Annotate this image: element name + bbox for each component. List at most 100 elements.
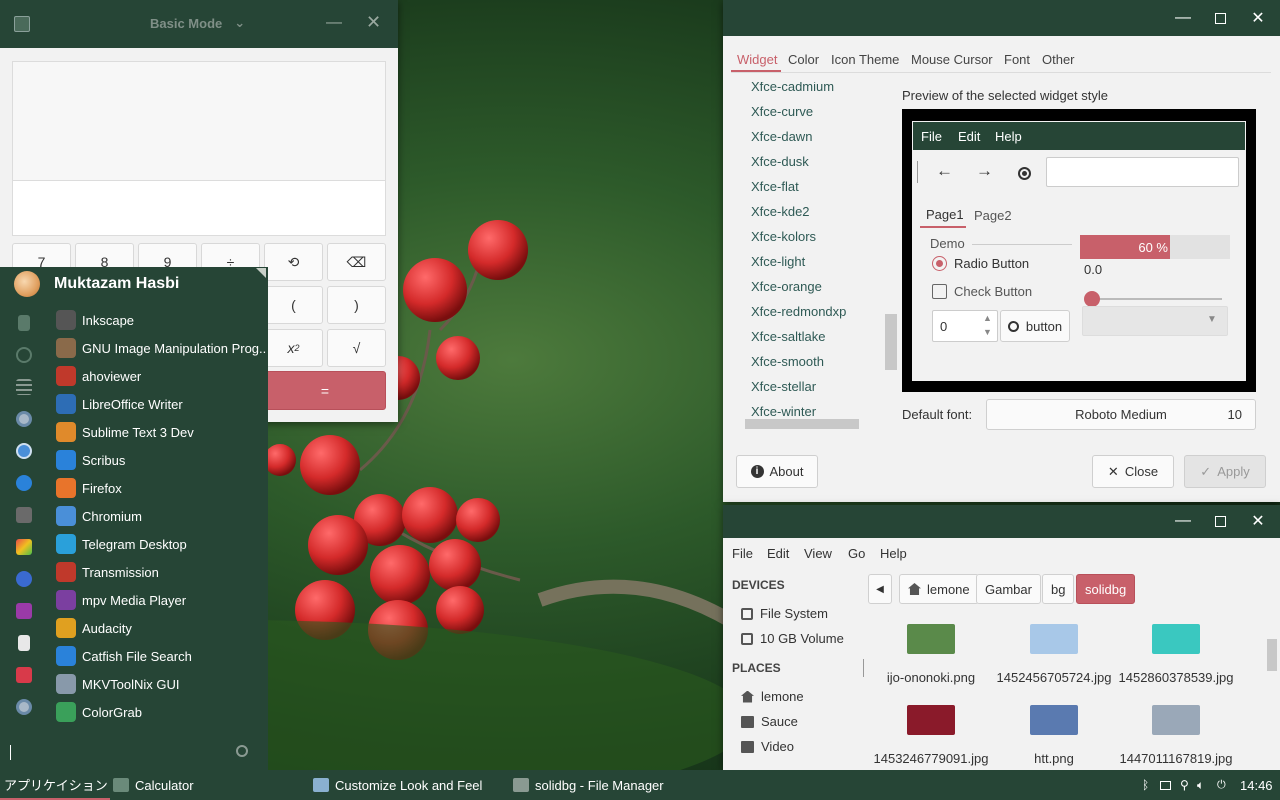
key-sqrt[interactable]: √: [327, 329, 386, 367]
radio-button[interactable]: Radio Button: [932, 256, 1029, 271]
theme-list-item[interactable]: Xfce-winter: [751, 404, 816, 419]
app-list-item[interactable]: LibreOffice Writer: [56, 391, 266, 417]
forward-arrow-icon[interactable]: →: [976, 161, 993, 181]
file-name[interactable]: 1452860378539.jpg: [1101, 670, 1251, 685]
file-thumbnail[interactable]: [907, 624, 955, 654]
accessories-category-icon[interactable]: [16, 667, 32, 683]
app-list-item[interactable]: Sublime Text 3 Dev: [56, 419, 266, 445]
apply-button[interactable]: ✓ Apply: [1184, 455, 1266, 488]
app-list-item[interactable]: MKVToolNix GUI: [56, 671, 266, 697]
theme-list-item[interactable]: Xfce-dawn: [751, 129, 812, 144]
theme-list-item[interactable]: Xfce-saltlake: [751, 329, 825, 344]
system-category-icon[interactable]: [16, 475, 32, 491]
breadcrumb-bg[interactable]: bg: [1042, 574, 1075, 604]
bookmark-icon[interactable]: [18, 315, 30, 331]
file-thumbnail[interactable]: [907, 705, 955, 735]
scale-slider[interactable]: [1084, 291, 1222, 307]
app-list-item[interactable]: Inkscape: [56, 307, 266, 333]
theme-list-hscrollbar[interactable]: [745, 419, 859, 429]
tab-icon-theme[interactable]: Icon Theme: [831, 52, 899, 67]
office-category-icon[interactable]: [18, 635, 30, 651]
scrollbar-thumb[interactable]: [885, 314, 897, 370]
app-list-item[interactable]: ahoviewer: [56, 363, 266, 389]
app-list-item[interactable]: mpv Media Player: [56, 587, 266, 613]
app-list-item[interactable]: GNU Image Manipulation Prog...: [56, 335, 266, 361]
maximize-icon[interactable]: [1210, 8, 1230, 28]
sidebar-item-file-system[interactable]: File System: [741, 606, 828, 621]
key-close-paren[interactable]: ): [327, 286, 386, 324]
key-equals[interactable]: =: [264, 371, 386, 410]
close-button[interactable]: ✕ Close: [1092, 455, 1174, 488]
power-icon[interactable]: ⏻: [1217, 770, 1226, 800]
theme-list-item[interactable]: Xfce-kolors: [751, 229, 816, 244]
taskbar-file-manager[interactable]: solidbg - File Manager: [513, 770, 664, 800]
app-list-item[interactable]: Transmission: [56, 559, 266, 585]
breadcrumb-solidbg[interactable]: solidbg: [1076, 574, 1136, 604]
fm-menu-file[interactable]: File: [732, 546, 753, 561]
preview-tab-page2[interactable]: Page2: [974, 208, 1012, 223]
undo-icon[interactable]: ⟲: [264, 243, 323, 281]
multimedia-category-icon[interactable]: [16, 603, 32, 619]
spin-down-icon[interactable]: ▼: [983, 327, 992, 337]
theme-list-item[interactable]: Xfce-orange: [751, 279, 822, 294]
app-list-item[interactable]: Catfish File Search: [56, 643, 266, 669]
taskbar-customize[interactable]: Customize Look and Feel: [313, 770, 482, 800]
display-icon[interactable]: [1160, 770, 1171, 800]
minimize-icon[interactable]: —: [1173, 8, 1193, 28]
theme-list-item[interactable]: Xfce-redmondxp: [751, 304, 846, 319]
preview-combo[interactable]: ▼: [1082, 306, 1228, 336]
preview-button[interactable]: button: [1000, 310, 1070, 342]
file-thumbnail[interactable]: [1152, 705, 1200, 735]
tab-color[interactable]: Color: [788, 52, 819, 67]
preferences-category-icon[interactable]: [16, 699, 32, 715]
app-list-item[interactable]: ColorGrab: [56, 699, 266, 725]
internet-category-icon[interactable]: [16, 443, 32, 459]
minimize-icon[interactable]: —: [1173, 511, 1193, 531]
theme-list-item[interactable]: Xfce-cadmium: [751, 82, 834, 94]
file-thumbnail[interactable]: [1030, 624, 1078, 654]
check-button[interactable]: Check Button: [932, 284, 1032, 299]
key-x-squared[interactable]: x2: [264, 329, 323, 367]
app-list-item[interactable]: Chromium: [56, 503, 266, 529]
tab-font[interactable]: Font: [1004, 52, 1030, 67]
avatar[interactable]: [14, 271, 40, 297]
app-list-item[interactable]: Firefox: [56, 475, 266, 501]
location-icon[interactable]: ⚲: [1180, 770, 1189, 800]
preview-tab-page1[interactable]: Page1: [926, 207, 964, 222]
theme-list-item[interactable]: Xfce-kde2: [751, 204, 810, 219]
file-name[interactable]: 1447011167819.jpg: [1101, 751, 1251, 766]
scale-knob[interactable]: [1084, 291, 1100, 307]
close-icon[interactable]: ✕: [366, 12, 381, 33]
theme-list-item[interactable]: Xfce-light: [751, 254, 805, 269]
tab-widget[interactable]: Widget: [737, 52, 777, 67]
theme-list-item[interactable]: Xfce-curve: [751, 104, 813, 119]
back-arrow-icon[interactable]: ←: [936, 161, 953, 181]
breadcrumb-gambar[interactable]: Gambar: [976, 574, 1041, 604]
theme-list-item[interactable]: Xfce-stellar: [751, 379, 816, 394]
app-list-item[interactable]: Scribus: [56, 447, 266, 473]
tab-other[interactable]: Other: [1042, 52, 1075, 67]
sidebar-item-video[interactable]: Video: [741, 739, 794, 754]
font-chooser-button[interactable]: Roboto Medium 10: [986, 399, 1256, 430]
taskbar-calculator[interactable]: Calculator: [113, 770, 194, 800]
preview-menu-help[interactable]: Help: [995, 129, 1022, 144]
fm-menu-edit[interactable]: Edit: [767, 546, 789, 561]
theme-list-item[interactable]: Xfce-smooth: [751, 354, 824, 369]
breadcrumb-back[interactable]: ◀: [868, 574, 892, 604]
about-button[interactable]: i About: [736, 455, 818, 488]
sidebar-item-lemone[interactable]: lemone: [741, 689, 804, 704]
volume-icon[interactable]: 🔈︎: [1197, 770, 1204, 800]
backspace-icon[interactable]: ⌫: [327, 243, 386, 281]
theme-list-item[interactable]: Xfce-flat: [751, 179, 799, 194]
all-apps-icon[interactable]: [16, 379, 32, 395]
mode-selector[interactable]: Basic Mode ⌄: [150, 15, 245, 31]
theme-list-item[interactable]: Xfce-dusk: [751, 154, 809, 169]
app-list-item[interactable]: Audacity: [56, 615, 266, 641]
close-icon[interactable]: ✕: [1248, 511, 1268, 531]
bluetooth-icon[interactable]: ᛒ: [1142, 770, 1149, 800]
calculator-display[interactable]: [12, 61, 386, 236]
close-icon[interactable]: ✕: [1248, 8, 1268, 28]
sidebar-item-volume[interactable]: 10 GB Volume: [741, 631, 844, 646]
games-category-icon[interactable]: [16, 507, 32, 523]
graphics-category-icon[interactable]: [16, 539, 32, 555]
